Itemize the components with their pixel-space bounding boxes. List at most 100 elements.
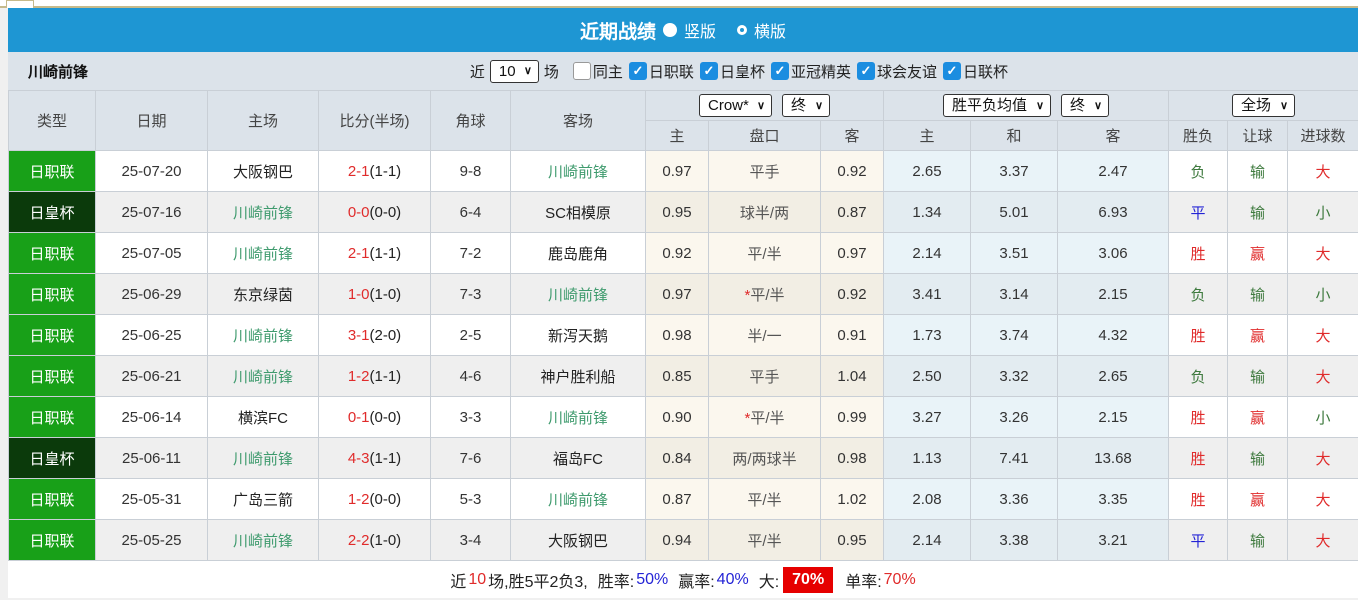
- odds-home: 2.14: [883, 232, 972, 274]
- match-row: 日职联 25-06-25 川崎前锋 3-1(2-0) 2-5 新泻天鹅 0.98 半/一 0.9…: [8, 314, 1358, 356]
- filter-controls: 近 10 场 同主✓日职联✓日皇杯✓亚冠精英✓球会友谊✓日联杯: [470, 59, 1008, 83]
- away-team: 福岛FC: [510, 437, 646, 479]
- result-scope-select[interactable]: 全场: [1232, 94, 1296, 117]
- handicap-away-odds: 0.91: [819, 314, 885, 356]
- europe-time-select[interactable]: 终: [1061, 94, 1110, 117]
- away-team: SC相模原: [510, 191, 646, 233]
- match-row: 日皇杯 25-07-16 川崎前锋 0-0(0-0) 6-4 SC相模原 0.95 球半/两 0…: [8, 191, 1358, 233]
- odds-draw: 3.36: [970, 478, 1059, 520]
- cover-rate-value: 40%: [716, 570, 749, 588]
- handicap-home-odds: 0.95: [645, 191, 709, 233]
- match-type: 日职联: [8, 273, 96, 315]
- odds-away: 2.47: [1057, 150, 1170, 192]
- handicap-company-select[interactable]: Crow*: [699, 94, 772, 117]
- filter-checkbox-label-2: 日皇杯: [719, 63, 765, 81]
- odds-home: 2.08: [883, 478, 972, 520]
- result-goals: 大: [1287, 314, 1358, 356]
- vertical-layout-radio[interactable]: [662, 23, 677, 37]
- score: 2-2(1-0): [318, 519, 431, 561]
- score: 1-2(0-0): [318, 478, 431, 520]
- corners: 7-2: [430, 232, 511, 274]
- result-handicap: 赢: [1227, 232, 1289, 274]
- filter-checkbox-3[interactable]: ✓: [770, 62, 789, 80]
- result-wdl: 胜: [1168, 232, 1229, 274]
- recent-results-panel: 近期战绩 竖版 横版 川崎前锋 近 10 场 同主✓日职联✓日皇杯✓亚冠精英✓球…: [0, 0, 1358, 598]
- col-header-date: 日期: [95, 90, 208, 151]
- odds-away: 3.21: [1057, 519, 1170, 561]
- cover-rate-label: 赢率:: [678, 573, 715, 591]
- result-handicap: 输: [1227, 355, 1289, 397]
- handicap-home-odds: 0.85: [645, 355, 709, 397]
- result-handicap: 输: [1227, 519, 1289, 561]
- filter-checkbox-4[interactable]: ✓: [856, 62, 875, 80]
- handicap-home-odds: 0.84: [645, 437, 709, 479]
- result-wdl: 胜: [1168, 478, 1229, 520]
- handicap-away-odds: 0.98: [819, 437, 885, 479]
- result-wdl: 平: [1168, 191, 1229, 233]
- handicap-line: 平/半: [708, 232, 821, 274]
- handicap-home-odds: 0.97: [645, 150, 709, 192]
- handicap-away-odds: 1.04: [819, 355, 885, 397]
- team-name: 川崎前锋: [28, 63, 89, 81]
- odds-away: 3.35: [1057, 478, 1170, 520]
- match-date: 25-05-31: [95, 478, 208, 520]
- col-header-score: 比分(半场): [318, 90, 431, 151]
- vertical-layout-label[interactable]: 竖版: [684, 18, 716, 42]
- filter-checkbox-label-4: 球会友谊: [876, 63, 937, 81]
- home-team: 川崎前锋: [207, 355, 319, 397]
- recent-count-select[interactable]: 10: [489, 59, 539, 83]
- result-goals: 大: [1287, 478, 1358, 520]
- match-type: 日皇杯: [8, 191, 96, 233]
- filter-checkbox-5[interactable]: ✓: [942, 62, 961, 80]
- odds-draw: 3.37: [970, 150, 1059, 192]
- match-row: 日职联 25-05-31 广岛三箭 1-2(0-0) 5-3 川崎前锋 0.87 平/半 1.0…: [8, 478, 1358, 520]
- subheader-handicap-line: 盘口: [708, 120, 821, 151]
- odds-away: 6.93: [1057, 191, 1170, 233]
- result-wdl: 负: [1168, 355, 1229, 397]
- result-wdl: 胜: [1168, 437, 1229, 479]
- match-date: 25-06-25: [95, 314, 208, 356]
- match-type: 日职联: [8, 232, 96, 274]
- odds-draw: 3.32: [970, 355, 1059, 397]
- odds-draw: 3.14: [970, 273, 1059, 315]
- matches-label: 场: [543, 63, 559, 81]
- away-team: 川崎前锋: [510, 273, 646, 315]
- result-handicap: 输: [1227, 150, 1289, 192]
- col-header-away: 客场: [510, 90, 646, 151]
- result-handicap: 输: [1227, 191, 1289, 233]
- filter-checkbox-label-0: 同主: [592, 63, 623, 81]
- home-team: 川崎前锋: [207, 314, 319, 356]
- handicap-home-odds: 0.87: [645, 478, 709, 520]
- result-wdl: 平: [1168, 519, 1229, 561]
- score: 1-2(1-1): [318, 355, 431, 397]
- filter-checkbox-item: ✓ 日联杯: [937, 61, 1008, 82]
- home-team: 东京绿茵: [207, 273, 319, 315]
- horizontal-layout-label[interactable]: 横版: [754, 18, 786, 42]
- match-type: 日职联: [8, 355, 96, 397]
- score: 1-0(1-0): [318, 273, 431, 315]
- horizontal-layout-radio[interactable]: [737, 25, 747, 35]
- score: 2-1(1-1): [318, 150, 431, 192]
- handicap-time-select[interactable]: 终: [782, 94, 830, 117]
- away-team: 川崎前锋: [510, 150, 646, 192]
- corners: 4-6: [430, 355, 511, 397]
- result-wdl: 胜: [1168, 314, 1229, 356]
- match-row: 日职联 25-06-29 东京绿茵 1-0(1-0) 7-3 川崎前锋 0.97 *平/半 0.…: [8, 273, 1358, 315]
- filter-checkbox-2[interactable]: ✓: [699, 62, 718, 80]
- odds-draw: 5.01: [970, 191, 1059, 233]
- handicap-home-odds: 0.92: [645, 232, 709, 274]
- top-strip: [0, 0, 1358, 8]
- filter-checkbox-0[interactable]: [572, 62, 591, 80]
- match-type: 日职联: [8, 150, 96, 192]
- filter-checkbox-1[interactable]: ✓: [628, 62, 647, 80]
- match-date: 25-07-20: [95, 150, 208, 192]
- corners: 6-4: [430, 191, 511, 233]
- col-header-type: 类型: [8, 90, 96, 151]
- result-scope-select-wrap: 全场: [1232, 94, 1296, 117]
- odds-draw: 3.74: [970, 314, 1059, 356]
- match-row: 日职联 25-07-05 川崎前锋 2-1(1-1) 7-2 鹿岛鹿角 0.92 平/半 0.9…: [8, 232, 1358, 274]
- away-team: 大阪钢巴: [510, 519, 646, 561]
- subheader-result-let: 让球: [1227, 120, 1289, 151]
- match-date: 25-06-29: [95, 273, 208, 315]
- europe-company-select[interactable]: 胜平负均值: [943, 94, 1052, 117]
